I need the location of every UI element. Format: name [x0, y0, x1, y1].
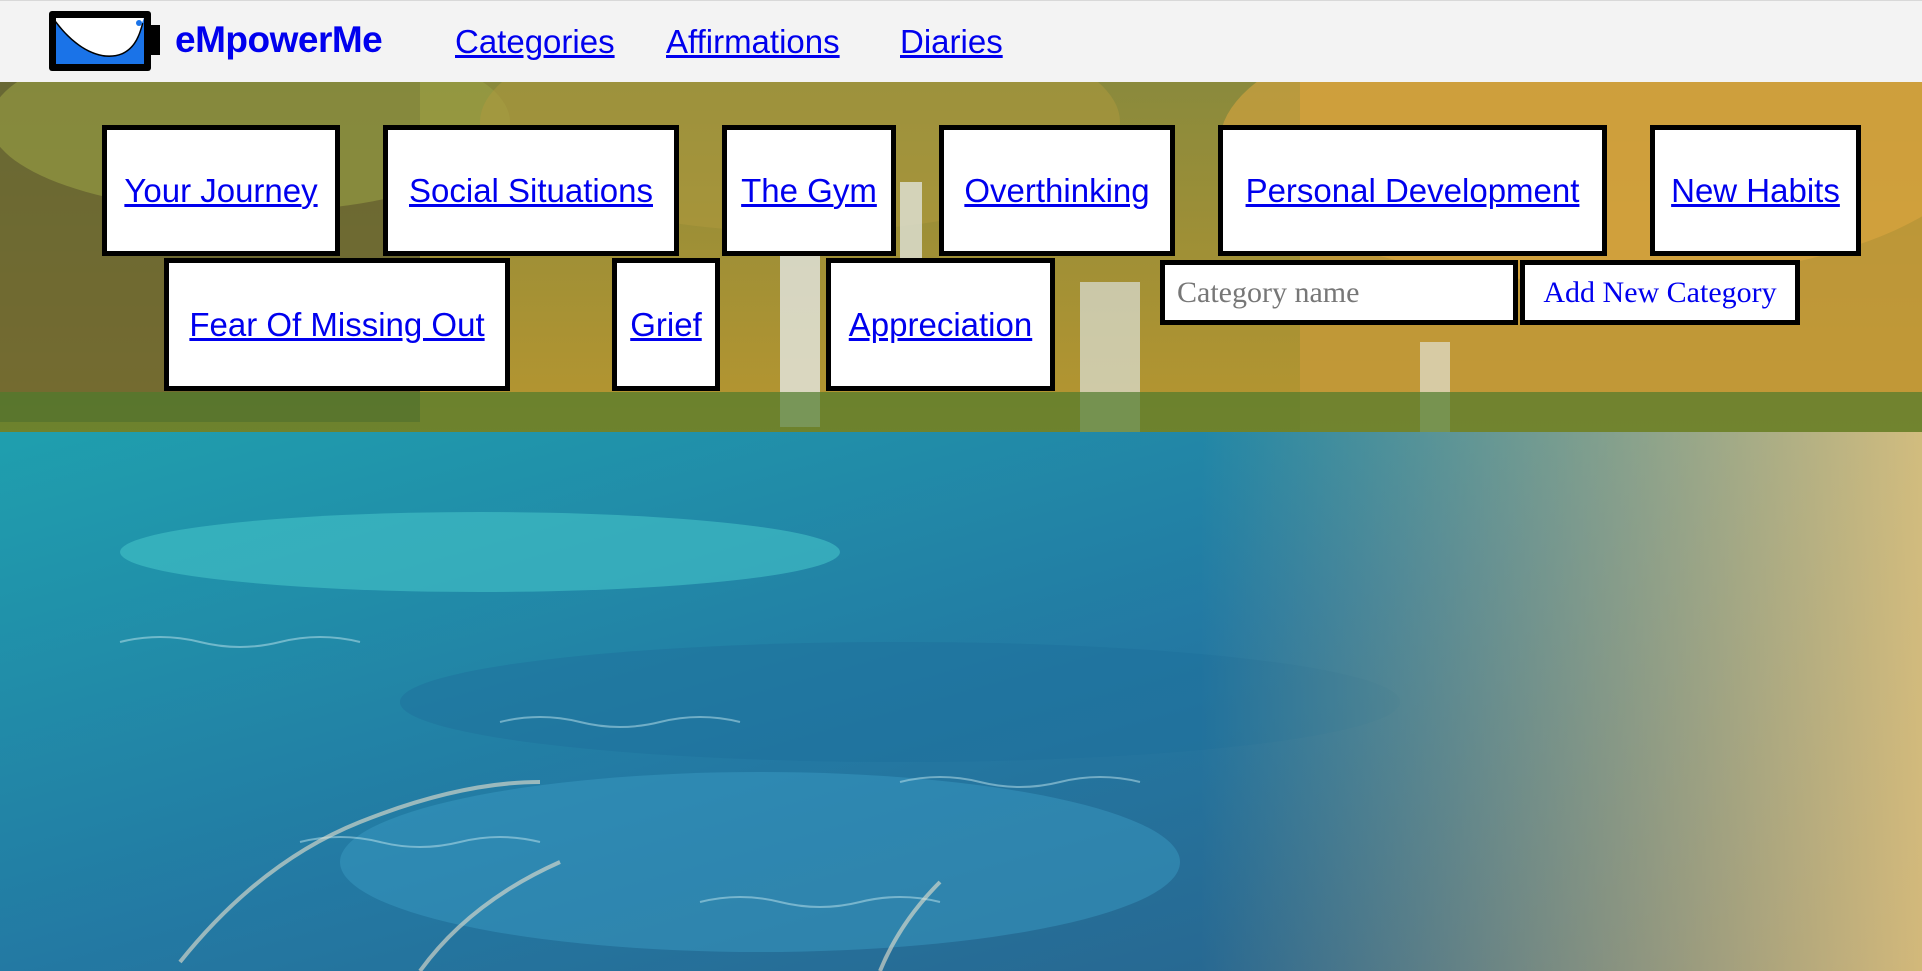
category-card-personal-development: Personal Development [1218, 125, 1607, 256]
battery-logo-icon[interactable] [47, 9, 161, 73]
add-new-category-button[interactable]: Add New Category [1520, 260, 1800, 325]
nav-link-categories[interactable]: Categories [455, 23, 615, 61]
category-link[interactable]: Your Journey [124, 172, 317, 210]
category-card-fear-of-missing-out: Fear Of Missing Out [164, 258, 510, 391]
category-link[interactable]: Social Situations [409, 172, 653, 210]
nav-link-affirmations[interactable]: Affirmations [666, 23, 840, 61]
category-link[interactable]: Fear Of Missing Out [189, 306, 484, 344]
category-link[interactable]: The Gym [741, 172, 877, 210]
category-name-input[interactable] [1160, 260, 1518, 325]
category-link[interactable]: New Habits [1671, 172, 1840, 210]
top-navigation-bar: eMpowerMe Categories Affirmations Diarie… [0, 0, 1922, 82]
category-card-overthinking: Overthinking [939, 125, 1175, 256]
category-link[interactable]: Appreciation [849, 306, 1032, 344]
hero-background-image: Your Journey Social Situations The Gym O… [0, 82, 1922, 971]
nav-link-diaries[interactable]: Diaries [900, 23, 1003, 61]
category-link[interactable]: Overthinking [964, 172, 1149, 210]
category-link[interactable]: Grief [630, 306, 702, 344]
category-card-grief: Grief [612, 258, 720, 391]
category-card-the-gym: The Gym [722, 125, 896, 256]
category-card-appreciation: Appreciation [826, 258, 1055, 391]
category-card-your-journey: Your Journey [102, 125, 340, 256]
brand-link[interactable]: eMpowerMe [175, 19, 383, 61]
category-card-new-habits: New Habits [1650, 125, 1861, 256]
category-link[interactable]: Personal Development [1246, 172, 1580, 210]
category-card-social-situations: Social Situations [383, 125, 679, 256]
